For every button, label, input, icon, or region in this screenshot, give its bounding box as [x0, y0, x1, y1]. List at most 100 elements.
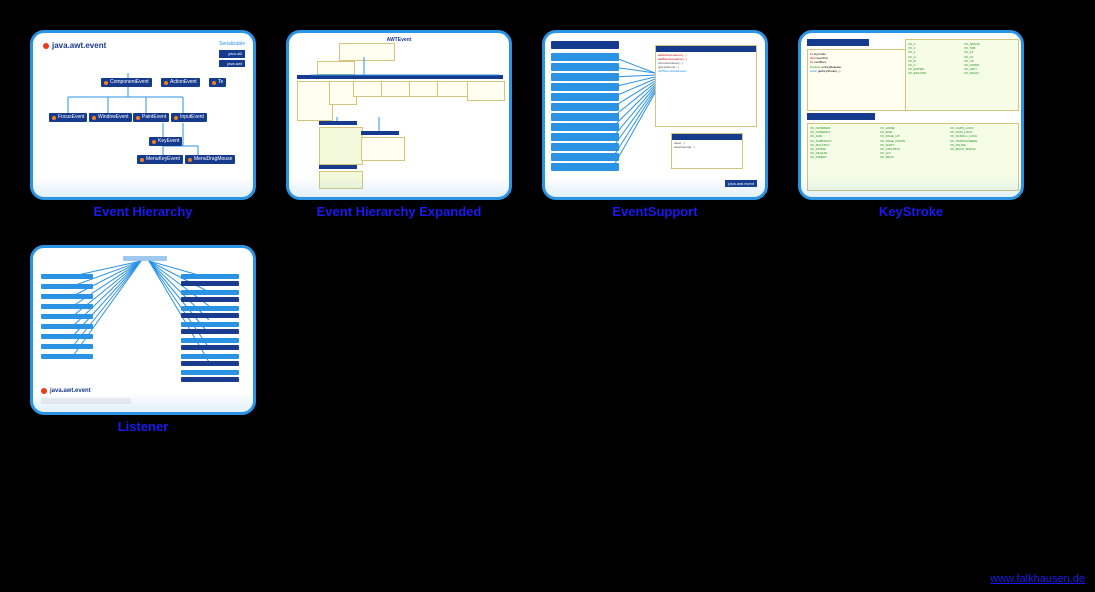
panel-main: addActionListener(...) addMouseListener(… — [655, 45, 757, 127]
node-label: MenuKeyEvent — [146, 157, 180, 162]
bluebar — [551, 103, 619, 111]
lbar-adapter — [181, 361, 239, 366]
tile-eventsupport[interactable]: addActionListener(...) addMouseListener(… — [542, 30, 768, 219]
lbar — [181, 370, 239, 375]
lbar-adapter — [181, 329, 239, 334]
node-label: ActionEvent — [170, 80, 197, 85]
class-icon — [104, 81, 108, 85]
mini-card — [319, 171, 363, 189]
thumb-event-hierarchy-expanded: AWTEvent — [286, 30, 512, 200]
thumbnail-grid: java.awt.event Serializable java.util ja… — [0, 0, 1095, 434]
mini-card — [319, 127, 363, 165]
mini-card — [297, 81, 333, 121]
lbar — [41, 344, 93, 349]
class-icon — [164, 81, 168, 85]
class-icon — [212, 81, 216, 85]
panel-constants-top: VK_0VK_1VK_2 VK_AVK_BVK_C VK_ENTERVK_ESC… — [905, 39, 1019, 111]
node-windowevent: WindowEvent — [89, 113, 132, 122]
lbar-adapter — [181, 313, 239, 318]
bluebar — [551, 41, 619, 49]
thumb-keystroke: int keyCode char keyChar int modifiers b… — [798, 30, 1024, 200]
bluebar — [551, 123, 619, 131]
lbar — [41, 294, 93, 299]
thumb-eventsupport: addActionListener(...) addMouseListener(… — [542, 30, 768, 200]
caption: KeyStroke — [879, 204, 943, 219]
node-label: WindowEvent — [98, 115, 129, 120]
caption: Listener — [118, 419, 169, 434]
node-label: InputEvent — [180, 115, 204, 120]
mini-card — [437, 81, 471, 97]
node-label: FocusEvent — [58, 115, 84, 120]
bluebar — [551, 63, 619, 71]
bluebar — [551, 93, 619, 101]
panel-head-2 — [807, 113, 875, 120]
caption: EventSupport — [612, 204, 697, 219]
heading-text: java.awt.event — [50, 388, 91, 394]
class-icon — [136, 116, 140, 120]
tile-listener[interactable]: java.awt.event Listener — [30, 245, 256, 434]
lbar — [41, 324, 93, 329]
lbar — [181, 322, 239, 327]
legend-box-1: java.util — [219, 50, 245, 58]
lbar-adapter — [181, 345, 239, 350]
bluebar — [551, 83, 619, 91]
lbar — [41, 304, 93, 309]
package-heading: java.awt.event — [43, 41, 106, 50]
tile-keystroke[interactable]: int keyCode char keyChar int modifiers b… — [798, 30, 1024, 219]
node-componentevent: ComponentEvent — [101, 78, 152, 87]
lbar — [41, 354, 93, 359]
mini-card — [467, 81, 505, 101]
lbar-adapter — [181, 297, 239, 302]
node-actionevent: ActionEvent — [161, 78, 200, 87]
node-focusevent: FocusEvent — [49, 113, 87, 122]
node-keyevent: KeyEvent — [149, 137, 182, 146]
lbar — [181, 306, 239, 311]
footer-link[interactable]: www.falkhausen.de — [990, 573, 1085, 585]
lbar-adapter — [181, 377, 239, 382]
bluebar — [551, 53, 619, 61]
mini-card — [361, 137, 405, 161]
mini-card — [317, 61, 355, 75]
bluebar — [551, 73, 619, 81]
lbar — [181, 338, 239, 343]
legend: Serializable java.util java.awt — [219, 41, 245, 67]
node-label: KeyEvent — [158, 139, 179, 144]
mini-card — [339, 43, 395, 61]
class-icon — [174, 116, 178, 120]
mini-head — [319, 165, 357, 169]
panel-secondary: save(...) saveInternal(...) — [671, 133, 743, 169]
node-menudragmouse: MenuDragMouse — [185, 155, 235, 164]
lbar — [41, 284, 93, 289]
tile-event-hierarchy-expanded[interactable]: AWTEvent — [286, 30, 512, 219]
panel-fields: int keyCode char keyChar int modifiers b… — [807, 49, 907, 111]
package-heading: java.awt.event — [41, 388, 91, 394]
node-te: Te — [209, 78, 226, 87]
badge: java.awt.event — [725, 180, 757, 187]
node-label: PaintEvent — [142, 115, 166, 120]
mini-head — [319, 121, 357, 125]
panel-constants-bottom: VK_NUMPAD0VK_NUMPAD1 VK_ADDVK_SUBTRACT V… — [807, 123, 1019, 191]
lbar — [181, 290, 239, 295]
lbar-adapter — [181, 281, 239, 286]
lbar — [41, 334, 93, 339]
class-icon — [152, 140, 156, 144]
tile-event-hierarchy[interactable]: java.awt.event Serializable java.util ja… — [30, 30, 256, 219]
class-icon — [92, 116, 96, 120]
thumb-listener: java.awt.event — [30, 245, 256, 415]
footer-strip — [41, 398, 131, 404]
pin-icon — [43, 43, 49, 49]
caption: Event Hierarchy Expanded — [317, 204, 482, 219]
lbar — [181, 354, 239, 359]
panel-head — [807, 39, 869, 46]
lbar — [123, 256, 167, 261]
pin-icon — [41, 388, 47, 394]
thumb-event-hierarchy: java.awt.event Serializable java.util ja… — [30, 30, 256, 200]
caption: Event Hierarchy — [94, 204, 193, 219]
lbar — [41, 274, 93, 279]
legend-label: Serializable — [219, 41, 245, 47]
node-paintevent: PaintEvent — [133, 113, 169, 122]
node-label: Te — [218, 80, 223, 85]
bluebar — [551, 113, 619, 121]
node-menukeyevent: MenuKeyEvent — [137, 155, 183, 164]
class-icon — [140, 158, 144, 162]
